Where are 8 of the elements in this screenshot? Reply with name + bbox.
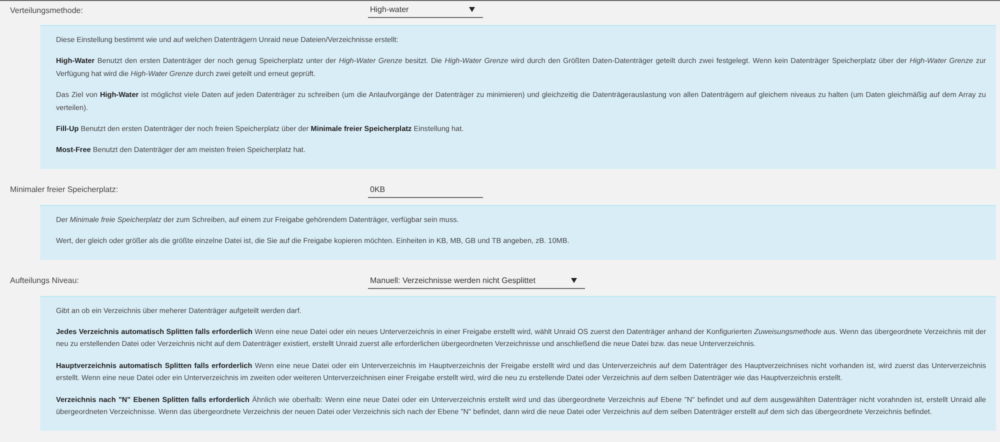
dropdown[interactable]: High-water [368,2,483,18]
setting-label: Minimaler freier Speicherplatz: [10,185,120,194]
input-field[interactable]: 0KB [368,182,483,198]
dropdown[interactable]: Manuell: Verzeichnisse werden nicht Gesplittet [368,272,586,289]
caret-icon [469,7,475,12]
setting-label: Aufteilungs Niveau: [10,276,80,286]
caret-icon [571,278,578,283]
setting-label: Verteilungsmethode: [10,6,84,14]
